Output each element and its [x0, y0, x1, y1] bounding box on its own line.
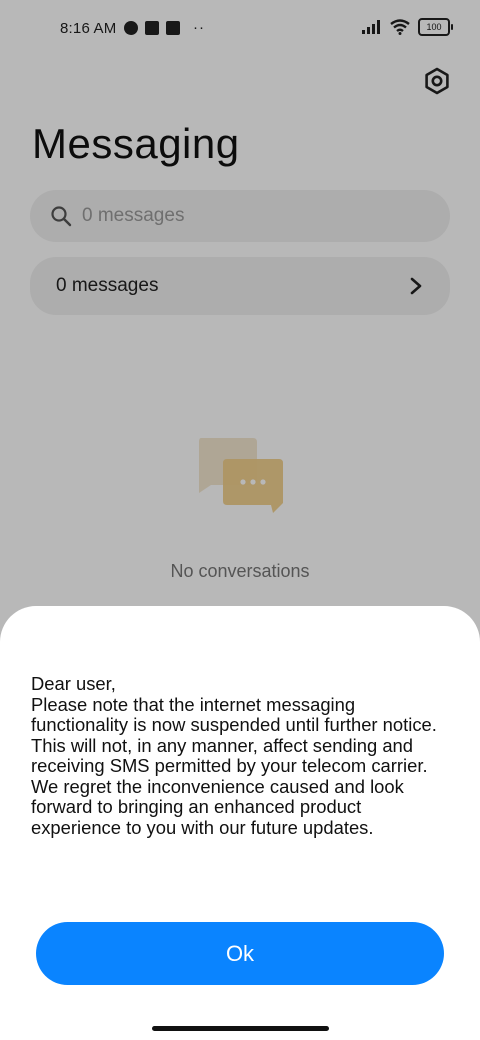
dialog-body: Please note that the internet messaging …: [31, 693, 437, 838]
ok-button[interactable]: Ok: [36, 922, 444, 985]
dialog-greeting: Dear user,: [31, 673, 116, 694]
dialog-message: Dear user, Please note that the internet…: [31, 673, 455, 838]
home-indicator[interactable]: [152, 1026, 329, 1031]
notice-dialog: Dear user, Please note that the internet…: [0, 606, 480, 1040]
